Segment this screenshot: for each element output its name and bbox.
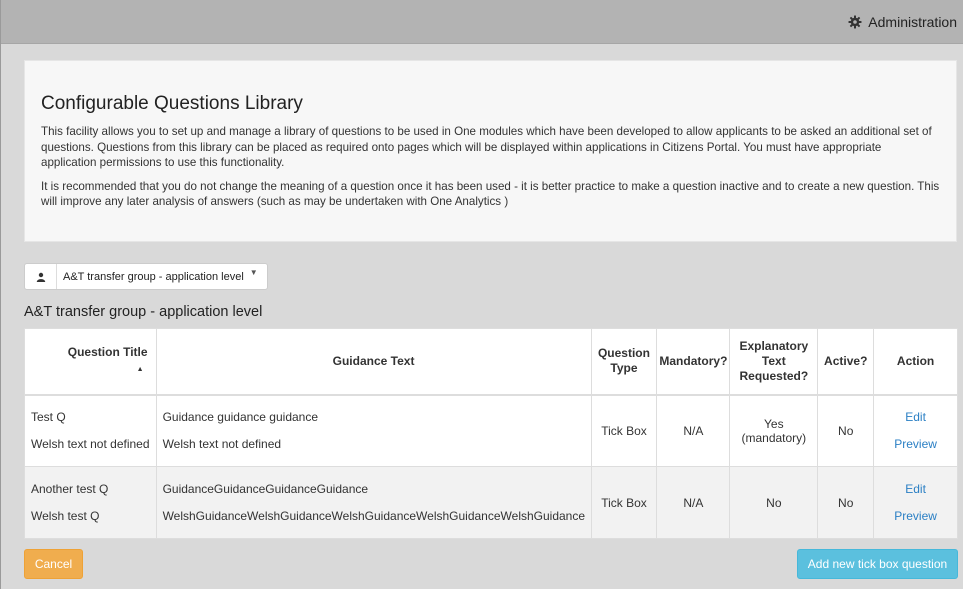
edit-link[interactable]: Edit <box>874 410 957 424</box>
preview-link[interactable]: Preview <box>874 437 957 451</box>
user-icon <box>25 264 57 289</box>
cell-mandatory: N/A <box>656 466 731 539</box>
section-title: A&T transfer group - application level <box>24 304 263 320</box>
chevron-down-icon: ▼ <box>249 268 258 277</box>
table-header-row: Question Title ▲ Guidance Text Question … <box>24 328 958 396</box>
cell-question-type: Tick Box <box>591 394 658 467</box>
cell-active: No <box>817 394 875 467</box>
cancel-button[interactable]: Cancel <box>24 549 83 579</box>
cell-guidance-text: GuidanceGuidanceGuidanceGuidance WelshGu… <box>156 466 592 539</box>
intro-paragraph-1: This facility allows you to set up and m… <box>41 125 932 169</box>
column-header-question-type: Question Type <box>591 328 658 396</box>
administration-link[interactable]: Administration <box>848 14 957 30</box>
add-tick-box-question-button[interactable]: Add new tick box question <box>797 549 958 579</box>
cell-explanatory-text: No <box>729 466 819 539</box>
page-title: Configurable Questions Library <box>41 93 303 114</box>
column-header-explanatory-text: Explanatory Text Requested? <box>729 328 819 396</box>
gear-icon <box>848 15 862 29</box>
cell-explanatory-text: Yes (mandatory) <box>729 394 819 467</box>
cell-question-title: Test Q Welsh text not defined <box>24 394 157 467</box>
column-header-guidance-text: Guidance Text <box>156 328 592 396</box>
column-header-question-title[interactable]: Question Title ▲ <box>24 328 157 396</box>
column-header-active: Active? <box>817 328 875 396</box>
table-row: Another test Q Welsh test Q GuidanceGuid… <box>24 466 958 539</box>
column-header-mandatory: Mandatory? <box>656 328 731 396</box>
cell-active: No <box>817 466 875 539</box>
cell-guidance-text: Guidance guidance guidance Welsh text no… <box>156 394 592 467</box>
cell-action: Edit Preview <box>873 466 958 539</box>
top-bar: Administration <box>1 0 963 44</box>
cell-question-title: Another test Q Welsh test Q <box>24 466 157 539</box>
group-select[interactable]: A&T transfer group - application level ▼ <box>24 263 268 290</box>
cell-question-type: Tick Box <box>591 466 658 539</box>
sort-ascending-icon: ▲ <box>136 366 144 374</box>
edit-link[interactable]: Edit <box>874 482 957 496</box>
administration-label: Administration <box>868 14 957 30</box>
intro-panel: Configurable Questions Library This faci… <box>24 60 957 242</box>
cell-mandatory: N/A <box>656 394 731 467</box>
table-row: Test Q Welsh text not defined Guidance g… <box>24 394 958 467</box>
intro-paragraph-2: It is recommended that you do not change… <box>41 179 940 209</box>
questions-table: Question Title ▲ Guidance Text Question … <box>24 328 958 539</box>
group-select-value: A&T transfer group - application level <box>63 270 244 283</box>
preview-link[interactable]: Preview <box>874 509 957 523</box>
cell-action: Edit Preview <box>873 394 958 467</box>
column-header-action: Action <box>873 328 958 396</box>
